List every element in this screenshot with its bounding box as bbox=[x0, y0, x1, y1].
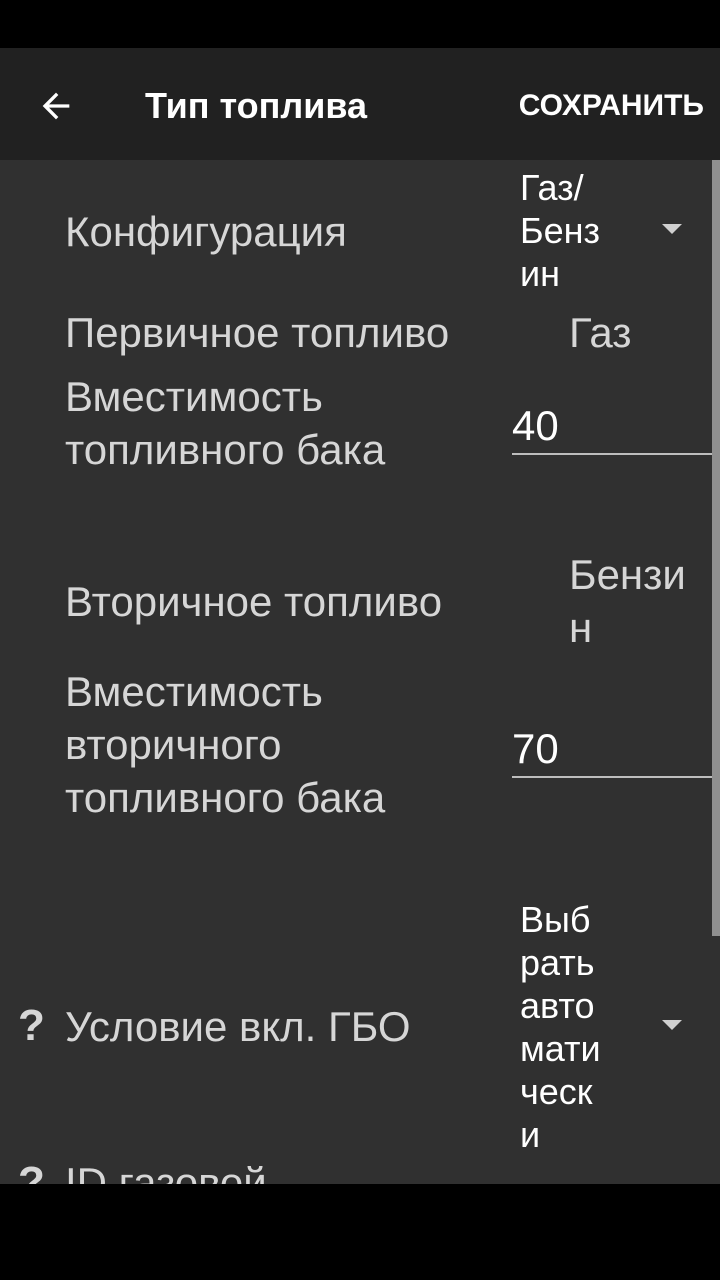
primary-tank-value: 40 bbox=[512, 402, 559, 449]
lpg-condition-value: Выб рать авто мати ческ и bbox=[520, 898, 620, 1156]
secondary-tank-input[interactable]: 70 bbox=[512, 716, 712, 778]
secondary-tank-label-line: вторичного bbox=[65, 721, 282, 768]
secondary-tank-label: Вместимость вторичного топливного бака bbox=[65, 665, 385, 824]
primary-fuel-value: Газ bbox=[569, 309, 632, 356]
secondary-tank-label-line: Вместимость bbox=[65, 668, 323, 715]
lpg-condition-value-line: ческ bbox=[520, 1071, 593, 1112]
chevron-down-icon bbox=[662, 1020, 682, 1030]
lpg-condition-value-line: Выб bbox=[520, 899, 591, 940]
app-bar: Тип топлива СОХРАНИТЬ bbox=[0, 48, 720, 160]
primary-tank-label: Вместимость топливного бака bbox=[65, 370, 385, 476]
primary-tank-label-line: топливного бака bbox=[65, 426, 386, 473]
configuration-value-line: Газ/ bbox=[520, 167, 584, 208]
arrow-back-icon bbox=[42, 92, 70, 120]
lpg-condition-value-line: и bbox=[520, 1114, 541, 1155]
back-button[interactable] bbox=[20, 70, 92, 142]
chevron-down-icon bbox=[662, 224, 682, 234]
lpg-condition-value-line: мати bbox=[520, 1028, 601, 1069]
save-button[interactable]: СОХРАНИТЬ bbox=[519, 84, 704, 128]
configuration-label: Конфигурация bbox=[65, 208, 347, 255]
status-bar bbox=[0, 0, 720, 48]
gas-id-label: ID газовой bbox=[65, 1159, 267, 1184]
page-title: Тип топлива bbox=[145, 85, 368, 126]
secondary-tank-value: 70 bbox=[512, 725, 559, 772]
settings-content[interactable]: Конфигурация Газ/ Бенз ин Первичное топл… bbox=[0, 160, 720, 1184]
help-icon[interactable]: ? bbox=[18, 1156, 45, 1184]
secondary-fuel-value: Бензи н bbox=[569, 548, 686, 654]
lpg-condition-label: Условие вкл. ГБО bbox=[65, 1003, 411, 1050]
lpg-condition-value-line: авто bbox=[520, 985, 595, 1026]
primary-tank-label-line: Вместимость bbox=[65, 373, 323, 420]
configuration-value: Газ/ Бенз ин bbox=[520, 166, 620, 295]
secondary-fuel-value-line: Бензи bbox=[569, 551, 686, 598]
primary-tank-input[interactable]: 40 bbox=[512, 393, 712, 455]
navigation-bar bbox=[0, 1184, 720, 1280]
scrollbar[interactable] bbox=[712, 160, 720, 936]
secondary-fuel-label: Вторичное топливо bbox=[65, 578, 443, 625]
configuration-value-line: Бенз bbox=[520, 210, 601, 251]
secondary-tank-label-line: топливного бака bbox=[65, 774, 386, 821]
primary-fuel-label: Первичное топливо bbox=[65, 309, 450, 356]
secondary-fuel-value-line: н bbox=[569, 604, 593, 651]
help-icon[interactable]: ? bbox=[18, 999, 45, 1052]
lpg-condition-value-line: рать bbox=[520, 942, 595, 983]
configuration-value-line: ин bbox=[520, 253, 560, 294]
